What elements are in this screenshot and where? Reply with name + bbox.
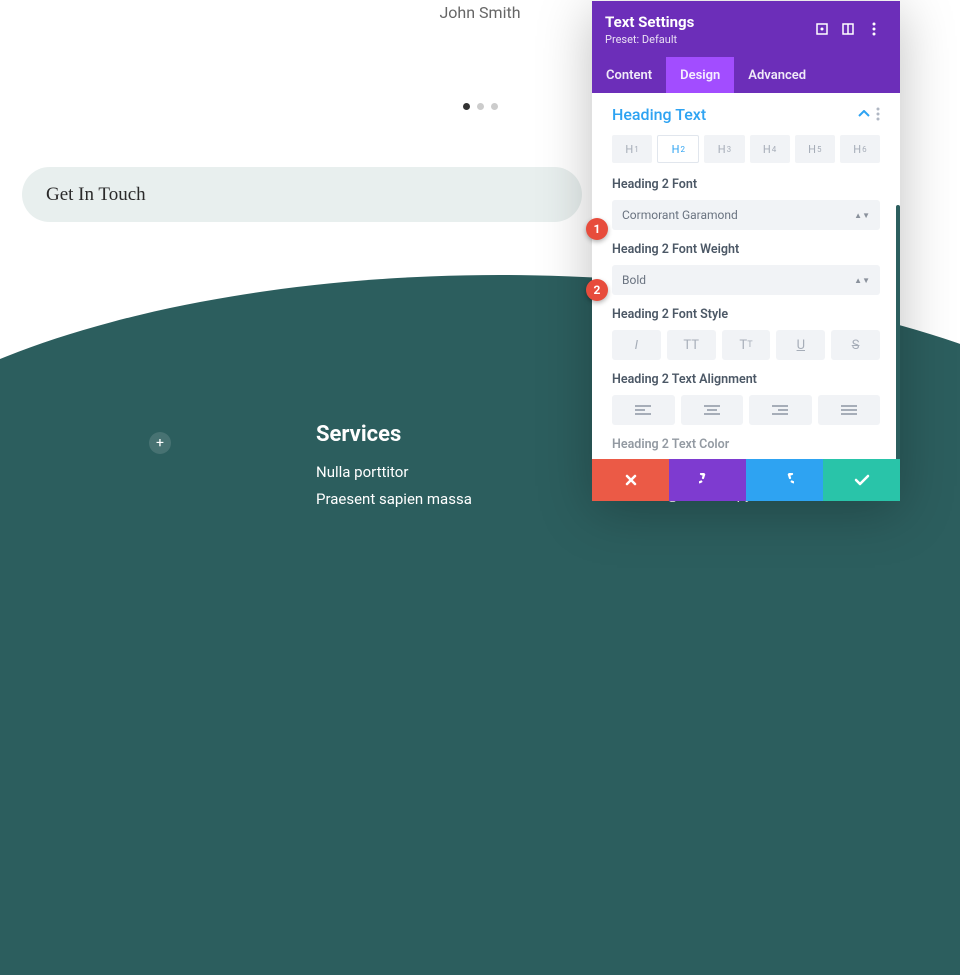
tab-design[interactable]: Design	[666, 57, 734, 93]
add-section-button[interactable]: +	[149, 432, 171, 454]
section-title: Heading Text	[612, 105, 858, 124]
get-in-touch-heading: Get In Touch	[22, 167, 582, 222]
modal-preset-label[interactable]: Preset: Default	[605, 33, 809, 46]
modal-title: Text Settings	[605, 13, 809, 31]
redo-button[interactable]	[746, 459, 823, 501]
modal-menu-icon[interactable]	[861, 16, 887, 42]
tab-advanced[interactable]: Advanced	[734, 57, 820, 93]
modal-scrollbar[interactable]	[896, 205, 900, 501]
tab-content[interactable]: Content	[592, 57, 666, 93]
heading-tab-h4[interactable]: H4	[750, 135, 790, 163]
align-right-button[interactable]	[749, 395, 812, 425]
annotation-badge-1: 1	[586, 218, 608, 240]
section-menu-icon[interactable]	[876, 107, 880, 121]
underline-button[interactable]: U	[776, 330, 825, 360]
expand-icon[interactable]	[809, 16, 835, 42]
align-field-label: Heading 2 Text Alignment	[612, 372, 880, 387]
strikethrough-button[interactable]: S	[831, 330, 880, 360]
heading-tab-h5[interactable]: H5	[795, 135, 835, 163]
footer-service-item[interactable]: Praesent sapien massa	[316, 490, 472, 508]
undo-button[interactable]	[669, 459, 746, 501]
heading-tab-h3[interactable]: H3	[704, 135, 744, 163]
cancel-button[interactable]	[592, 459, 669, 501]
footer-service-item[interactable]: Nulla porttitor	[316, 463, 472, 481]
style-field-label: Heading 2 Font Style	[612, 307, 880, 322]
modal-action-bar	[592, 459, 900, 501]
carousel-dot[interactable]	[463, 103, 470, 110]
select-caret-icon: ▲▼	[854, 278, 870, 283]
modal-titlebar[interactable]: Text Settings Preset: Default	[592, 1, 900, 57]
align-center-button[interactable]	[681, 395, 744, 425]
font-select[interactable]: Cormorant Garamond ▲▼	[612, 200, 880, 230]
carousel-dot[interactable]	[491, 103, 498, 110]
modal-tabs: Content Design Advanced	[592, 57, 900, 93]
chevron-up-icon[interactable]	[858, 110, 870, 118]
heading-tab-h6[interactable]: H6	[840, 135, 880, 163]
align-left-button[interactable]	[612, 395, 675, 425]
italic-button[interactable]: I	[612, 330, 661, 360]
footer-services-title: Services	[316, 422, 472, 447]
weight-select[interactable]: Bold ▲▼	[612, 265, 880, 295]
smallcaps-button[interactable]: TT	[722, 330, 771, 360]
font-field-label: Heading 2 Font	[612, 177, 880, 192]
heading-level-tabs: H1 H2 H3 H4 H5 H6	[612, 135, 880, 163]
text-settings-modal: Text Settings Preset: Default Content De…	[592, 1, 900, 501]
modal-body: Heading Text H1 H2 H3 H4 H5 H6 Heading 2…	[592, 93, 900, 501]
view-mode-icon[interactable]	[835, 16, 861, 42]
annotation-badge-2: 2	[586, 279, 608, 301]
weight-field-label: Heading 2 Font Weight	[612, 242, 880, 257]
color-field-label: Heading 2 Text Color	[612, 437, 880, 452]
heading-tab-h1[interactable]: H1	[612, 135, 652, 163]
font-select-value: Cormorant Garamond	[622, 208, 738, 222]
heading-tab-h2[interactable]: H2	[657, 135, 699, 163]
align-justify-button[interactable]	[818, 395, 881, 425]
weight-select-value: Bold	[622, 273, 646, 287]
section-header[interactable]: Heading Text	[612, 93, 880, 135]
carousel-dot[interactable]	[477, 103, 484, 110]
text-align-row	[612, 395, 880, 425]
confirm-button[interactable]	[823, 459, 900, 501]
uppercase-button[interactable]: TT	[667, 330, 716, 360]
select-caret-icon: ▲▼	[854, 213, 870, 218]
font-style-row: I TT TT U S	[612, 330, 880, 360]
